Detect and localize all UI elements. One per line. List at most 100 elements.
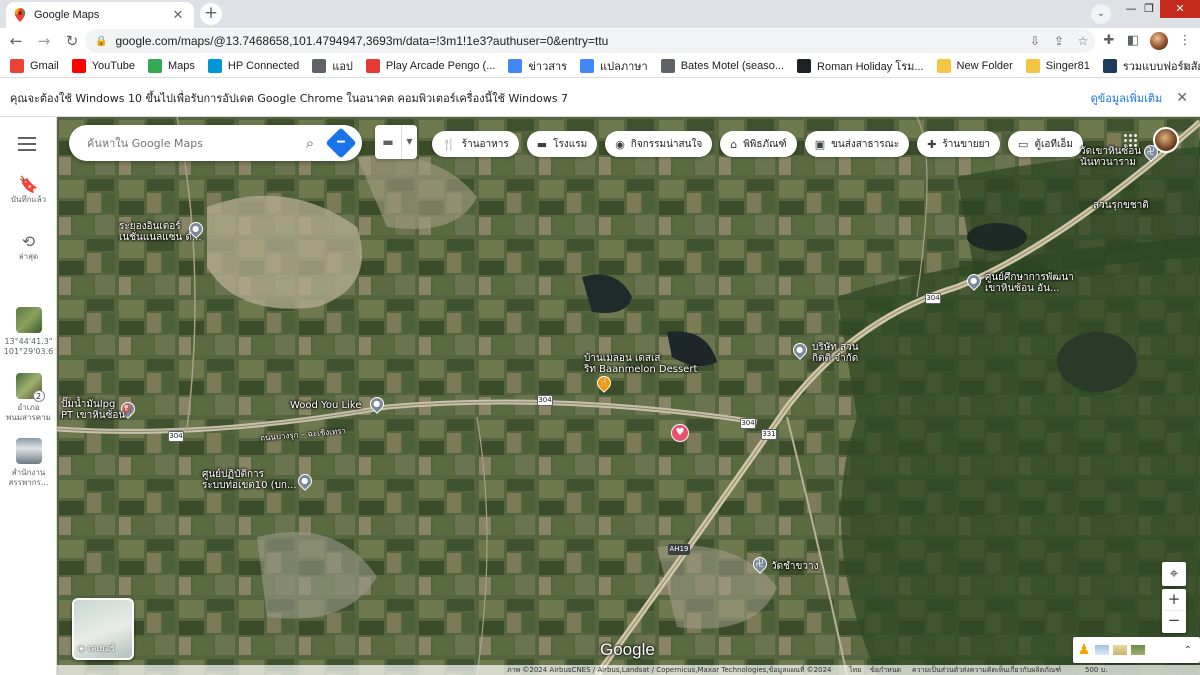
maximize-button[interactable]: ❐ — [1136, 0, 1162, 18]
profile-avatar[interactable] — [1150, 32, 1168, 50]
bookmark-label: Bates Motel (seaso... — [680, 59, 785, 72]
chip-label: ร้านอาหาร — [461, 138, 509, 150]
pegman-icon[interactable]: ♟ — [1077, 642, 1091, 658]
hotel-icon: ▬ — [536, 137, 548, 151]
bookmarks-bar: Gmail YouTube Maps HP Connected แอป Play Arca… — [0, 54, 1200, 78]
place-label[interactable]: วัดเขาหินซ้อน นันทวนาราม — [1080, 146, 1141, 168]
learn-more-link[interactable]: ดูข้อมูลเพิ่มเติม — [1091, 89, 1163, 107]
satellite-map[interactable]: ⌕ ▬ ▼ 🍴 ร้านอาหาร ▬ โรงแรม ◉ กิจกรรมน่าสนใจ ⌂ พ… — [57, 117, 1200, 675]
tab-google-maps[interactable]: Google Maps ✕ — [6, 2, 194, 28]
route-shield: 304 — [925, 293, 941, 304]
share-icon[interactable]: ⇪ — [1047, 34, 1071, 48]
infobar-close-icon[interactable]: ✕ — [1176, 90, 1188, 106]
bookmark-item[interactable]: Roman Holiday โรม... — [797, 57, 924, 75]
bookmark-star-icon[interactable]: ☆ — [1071, 34, 1095, 48]
url-text[interactable]: google.com/maps/@13.7468658,101.4794947,… — [115, 34, 1023, 48]
bookmark-item[interactable]: Bates Motel (seaso... — [660, 58, 785, 73]
country-link[interactable]: ไทย — [849, 665, 861, 675]
window-close-button[interactable]: ✕ — [1160, 0, 1200, 18]
recent-item-revenue-office[interactable]: สำนักงาน สรรพากร... — [0, 438, 57, 488]
doc-icon — [1102, 58, 1117, 73]
bookmark-label: Gmail — [30, 59, 59, 72]
map-type-bar: ♟ ⌃ — [1073, 637, 1200, 663]
chip-label: พิพิธภัณฑ์ — [743, 138, 787, 150]
menu-hamburger-icon[interactable] — [18, 137, 36, 151]
place-label[interactable]: บริษัท สวน กิตติ จำกัด — [812, 342, 859, 364]
my-location-button[interactable]: ⌖ — [1162, 562, 1186, 586]
rail-saved[interactable]: 🔖 บันทึกแล้ว — [0, 175, 57, 205]
privacy-link[interactable]: ความเป็นส่วนตัว — [912, 665, 962, 675]
map-type-swatch[interactable] — [1095, 645, 1109, 655]
zoom-in-button[interactable]: + — [1162, 589, 1186, 611]
place-label[interactable]: บ้านเมลอน เดสเส ริท Baanmelon Dessert — [584, 353, 697, 375]
place-label[interactable]: ศูนย์ปฏิบัติการ ระบบท่อเขต10 (บก... — [202, 469, 297, 491]
feedback-link[interactable]: ส่งความคิดเห็นเกี่ยวกับผลิตภัณฑ์ — [962, 665, 1061, 675]
search-input[interactable] — [87, 136, 296, 150]
place-label[interactable]: วัดชำขวาง — [771, 561, 818, 572]
recent-thumbnail: 2 — [15, 373, 45, 402]
category-chips: 🍴 ร้านอาหาร ▬ โรงแรม ◉ กิจกรรมน่าสนใจ ⌂ พิพิธภั… — [432, 131, 1091, 157]
directions-icon[interactable] — [325, 127, 357, 159]
reload-icon[interactable]: ↻ — [60, 29, 84, 53]
side-panel-icon[interactable]: ◧ — [1122, 30, 1144, 52]
category-chip[interactable]: 🍴 ร้านอาหาร — [432, 131, 519, 157]
place-label[interactable]: ปั๊มน้ำมันlpg PT เขาหินซ้อน — [61, 399, 125, 421]
terms-link[interactable]: ข้อกำหนด — [870, 665, 901, 675]
recent-thumbnail — [15, 307, 42, 333]
bookmark-item[interactable]: Singer81 — [1025, 58, 1090, 73]
category-chip[interactable]: ⌂ พิพิธภัณฑ์ — [720, 131, 797, 157]
rail-recent-label: ล่าสุด — [18, 252, 39, 261]
place-label[interactable]: สวนรุกขชาติ — [1093, 200, 1149, 211]
place-label[interactable]: Wood You Like — [290, 400, 361, 411]
tab-close-icon[interactable]: ✕ — [170, 8, 186, 23]
search-icon[interactable]: ⌕ — [296, 134, 324, 152]
scale-label[interactable]: 500 ม. — [1085, 665, 1107, 675]
hotel-filter-dropdown[interactable]: ▬ ▼ — [375, 125, 417, 159]
tab-search-icon[interactable]: ⌄ — [1091, 4, 1111, 24]
windows-support-infobar: คุณจะต้องใช้ Windows 10 ขึ้นไปเพื่อรับกา… — [0, 79, 1200, 117]
maps-favicon-icon — [14, 8, 26, 22]
google-apps-icon[interactable] — [1123, 133, 1137, 147]
category-chip[interactable]: ✚ ร้านขายยา — [917, 131, 1001, 157]
new-tab-button[interactable]: + — [200, 3, 222, 25]
bookmarks-overflow-icon[interactable]: » — [1183, 58, 1190, 72]
translate-icon — [580, 58, 595, 73]
saved-heart-pin-icon[interactable]: ♥ — [671, 424, 689, 442]
bookmark-item[interactable]: ข่าวสาร — [508, 57, 567, 75]
bookmark-item[interactable]: Maps — [147, 58, 195, 73]
back-arrow-icon[interactable]: ← — [4, 29, 28, 53]
extensions-puzzle-icon[interactable]: ✚ — [1098, 30, 1120, 52]
layers-button[interactable]: ◈ เลเยอร์ — [72, 598, 134, 660]
browser-toolbar: ← → ↻ 🔒 google.com/maps/@13.7468658,101.… — [0, 28, 1200, 54]
bookmark-label: New Folder — [956, 59, 1013, 72]
route-shield: 304 — [168, 431, 184, 442]
category-chip[interactable]: ◉ กิจกรรมน่าสนใจ — [605, 131, 713, 157]
rail-recent[interactable]: ⟲ ล่าสุด — [0, 232, 57, 262]
recent-item-line2: 101°29'03.6 — [3, 347, 54, 356]
category-chip[interactable]: ▣ ขนส่งสาธารณะ — [804, 131, 910, 157]
bookmark-item[interactable]: แอป — [312, 57, 353, 75]
bookmark-item[interactable]: New Folder — [936, 58, 1013, 73]
recent-item-coordinates[interactable]: 13°44'41.3" 101°29'03.6 — [0, 307, 57, 357]
address-bar[interactable]: 🔒 google.com/maps/@13.7468658,101.479494… — [85, 29, 1095, 53]
forward-arrow-icon[interactable]: → — [32, 29, 56, 53]
install-app-icon[interactable]: ⇩ — [1023, 34, 1047, 48]
place-label[interactable]: ศูนย์ศึกษาการพัฒนา เขาหินซ้อน อัน... — [985, 272, 1074, 294]
bookmark-item[interactable]: Play Arcade Pengo (... — [365, 58, 495, 73]
bookmark-item[interactable]: YouTube — [71, 58, 135, 73]
chevron-up-icon[interactable]: ⌃ — [1184, 645, 1192, 656]
chevron-down-icon[interactable]: ▼ — [401, 125, 417, 159]
apps-grid-icon — [312, 58, 327, 73]
bookmark-item[interactable]: แปลภาษา — [580, 57, 648, 75]
recent-item-district[interactable]: 2 อำเภอ พนมสารคาม — [0, 373, 57, 423]
map-type-swatch[interactable] — [1113, 645, 1127, 655]
folder-icon — [936, 58, 951, 73]
maps-search-box[interactable]: ⌕ — [69, 125, 362, 161]
bookmark-item[interactable]: HP Connected — [207, 58, 299, 73]
bookmark-item[interactable]: Gmail — [10, 58, 59, 73]
zoom-out-button[interactable]: − — [1162, 611, 1186, 633]
category-chip[interactable]: ▬ โรงแรม — [526, 131, 598, 157]
map-type-swatch[interactable] — [1131, 645, 1145, 655]
chrome-menu-icon[interactable]: ⋮ — [1174, 30, 1196, 52]
category-chip[interactable]: ▭ ตู้เอทีเอ็ม — [1008, 131, 1083, 157]
